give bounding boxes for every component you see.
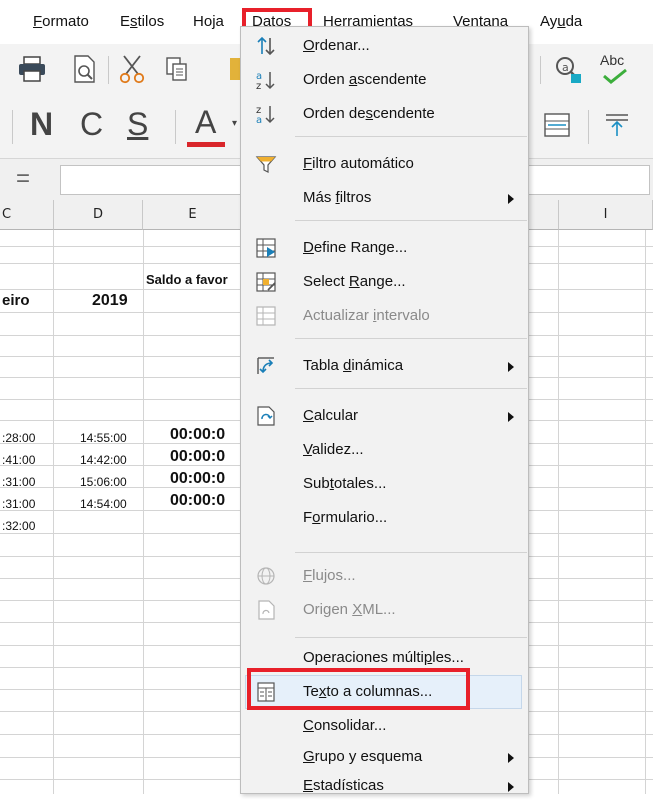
- column-header-c[interactable]: C: [0, 200, 54, 230]
- table-cell[interactable]: 14:54:00: [80, 497, 127, 511]
- table-cell[interactable]: 00:00:0: [170, 426, 225, 444]
- table-cell[interactable]: 00:00:0: [170, 448, 225, 466]
- menu-separator: [295, 637, 527, 638]
- grid-col-line: [558, 230, 559, 794]
- print-icon[interactable]: [18, 56, 46, 82]
- submenu-arrow-icon: [508, 412, 514, 422]
- xml-source-icon: [258, 600, 275, 620]
- toolbar-separator: [540, 56, 541, 84]
- svg-text:a: a: [562, 61, 569, 74]
- menu-item-orden-ascendente[interactable]: a z Orden ascendente: [241, 63, 528, 97]
- align-top-icon[interactable]: [604, 112, 630, 138]
- sort-icon: [257, 36, 275, 56]
- toolbar-separator: [108, 56, 109, 84]
- submenu-arrow-icon: [508, 782, 514, 792]
- menu-separator: [295, 338, 527, 339]
- toolbar-separator: [588, 110, 589, 144]
- copy-icon[interactable]: [165, 56, 189, 82]
- font-color-button[interactable]: A: [195, 104, 216, 141]
- svg-text:z: z: [256, 81, 261, 91]
- cell-d-year[interactable]: 2019: [92, 292, 128, 310]
- menu-item-consolidar[interactable]: Consolidar...: [241, 709, 528, 743]
- chevron-down-icon[interactable]: ▾: [232, 118, 237, 129]
- cell-c-header[interactable]: eiro: [2, 292, 30, 309]
- italic-button[interactable]: C: [80, 106, 103, 143]
- table-cell[interactable]: :32:00: [2, 519, 35, 533]
- menu-item-validez[interactable]: Validez...: [241, 433, 528, 467]
- menu-item-select-range[interactable]: Select Range...: [241, 265, 528, 299]
- find-replace-icon[interactable]: a: [553, 54, 583, 84]
- formula-equals-icon[interactable]: =: [16, 165, 30, 193]
- menu-hoja[interactable]: Hoja: [193, 12, 224, 32]
- submenu-arrow-icon: [508, 753, 514, 763]
- menu-separator: [295, 388, 527, 389]
- toolbar-separator: [175, 110, 176, 144]
- select-range-icon: [256, 272, 276, 292]
- menu-item-ordenar[interactable]: Ordenar...: [241, 29, 528, 63]
- menu-ayuda[interactable]: Ayuda: [540, 12, 582, 32]
- filter-icon: [255, 156, 277, 173]
- merge-cells-icon[interactable]: [543, 112, 571, 138]
- menu-item-mas-filtros[interactable]: Más filtros: [241, 181, 528, 215]
- menu-item-formulario[interactable]: Formulario...: [241, 501, 528, 535]
- column-header-i[interactable]: I: [559, 200, 653, 230]
- streams-icon: [257, 567, 275, 585]
- cut-icon[interactable]: [118, 54, 146, 84]
- define-range-icon: [256, 238, 276, 258]
- submenu-arrow-icon: [508, 194, 514, 204]
- menu-item-define-range[interactable]: Define Range...: [241, 231, 528, 265]
- bold-button[interactable]: N: [30, 106, 53, 143]
- menu-item-estadisticas[interactable]: Estadísticas: [241, 769, 528, 803]
- menu-item-tabla-dinamica[interactable]: Tabla dinámica: [241, 349, 528, 383]
- table-cell[interactable]: 14:55:00: [80, 431, 127, 445]
- sort-ascending-icon: a z: [256, 71, 275, 91]
- menu-separator: [295, 552, 527, 553]
- calculate-icon: [257, 406, 275, 426]
- toolbar-separator: [12, 110, 13, 144]
- refresh-range-icon: [256, 306, 276, 326]
- underline-button[interactable]: S: [127, 106, 148, 143]
- table-cell[interactable]: :28:00: [2, 431, 35, 445]
- grid-col-line: [645, 230, 646, 794]
- column-header-h[interactable]: [528, 200, 559, 230]
- menu-formato[interactable]: Formato: [33, 12, 89, 32]
- menu-item-origen-xml[interactable]: Origen XML...: [241, 593, 528, 627]
- menu-item-flujos[interactable]: Flujos...: [241, 559, 528, 593]
- spelling-check-icon[interactable]: [602, 68, 628, 84]
- grid-col-line: [143, 230, 144, 794]
- table-cell[interactable]: 00:00:0: [170, 492, 225, 510]
- menu-separator: [295, 136, 527, 137]
- paste-icon[interactable]: [230, 58, 240, 80]
- sort-descending-icon: z a: [256, 105, 275, 125]
- table-cell[interactable]: 14:42:00: [80, 453, 127, 467]
- table-cell[interactable]: :41:00: [2, 453, 35, 467]
- column-header-e[interactable]: E: [143, 200, 243, 230]
- texto-columnas-highlight-box: [247, 668, 470, 710]
- font-color-swatch: [187, 142, 225, 147]
- menu-item-orden-descendente[interactable]: z a Orden descendente: [241, 97, 528, 131]
- table-cell[interactable]: :31:00: [2, 497, 35, 511]
- table-cell[interactable]: :31:00: [2, 475, 35, 489]
- menu-estilos[interactable]: Estilos: [120, 12, 164, 32]
- table-cell[interactable]: 15:06:00: [80, 475, 127, 489]
- svg-text:a: a: [256, 115, 262, 125]
- grid-col-line: [53, 230, 54, 794]
- menu-item-actualizar-intervalo[interactable]: Actualizar intervalo: [241, 299, 528, 333]
- menu-separator: [295, 220, 527, 221]
- cell-e-saldo[interactable]: Saldo a favor: [146, 272, 228, 287]
- print-preview-icon[interactable]: [72, 54, 98, 84]
- menu-item-subtotales[interactable]: Subtotales...: [241, 467, 528, 501]
- submenu-arrow-icon: [508, 362, 514, 372]
- table-cell[interactable]: 00:00:0: [170, 470, 225, 488]
- menu-item-calcular[interactable]: Calcular: [241, 399, 528, 433]
- menu-item-filtro-automatico[interactable]: Filtro automático: [241, 147, 528, 181]
- column-header-d[interactable]: D: [54, 200, 143, 230]
- spelling-label: Abc: [600, 52, 625, 68]
- pivot-table-icon: [257, 357, 274, 374]
